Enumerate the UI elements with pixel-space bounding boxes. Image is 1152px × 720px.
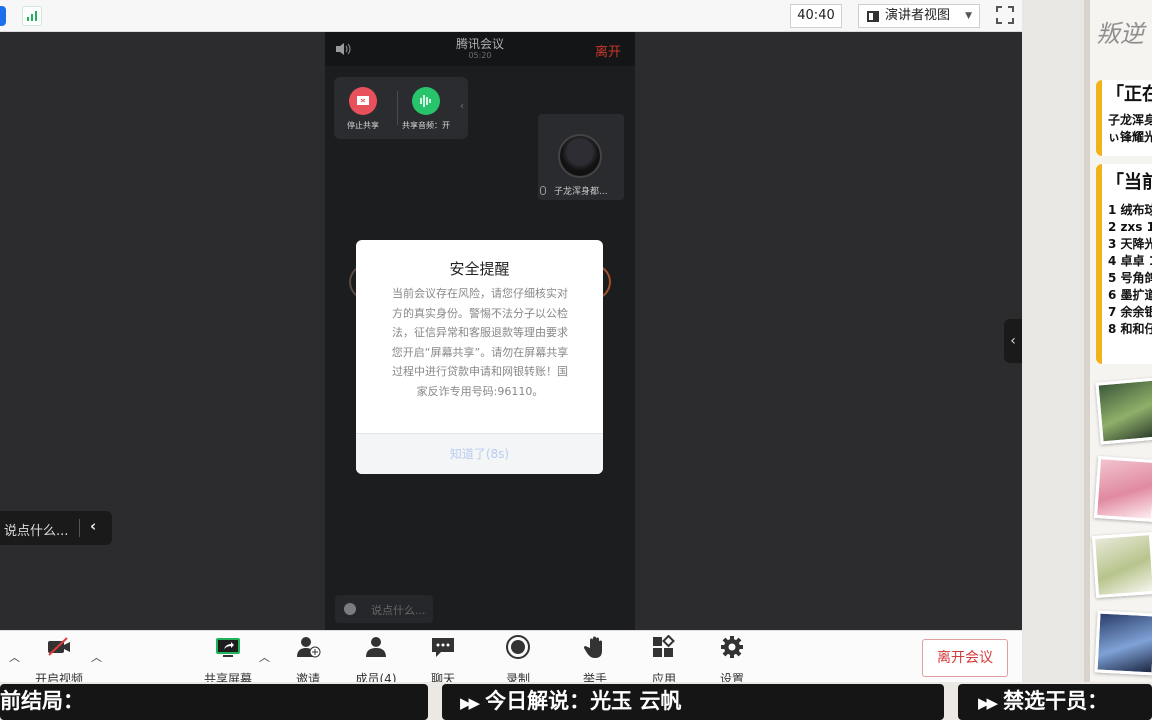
gear-icon — [721, 636, 743, 658]
raise-hand-button[interactable]: 举手 — [565, 635, 625, 687]
ranking-item: 2 zxs 18 — [1108, 220, 1152, 234]
participant-name-text: 子龙浑身都... — [554, 187, 608, 197]
meeting-timer: 40:40 — [790, 4, 842, 28]
dialog-body: 当前会议存在风险，请您仔细核实对方的真实身份。警惕不法分子以公检法，征信异常和客… — [391, 287, 569, 398]
ticker-segment: ▶▶ 禁选干员： — [958, 684, 1152, 720]
ticker-value: 光玉 云帆 — [590, 689, 682, 713]
share-screen-icon — [216, 638, 240, 657]
audio-wave-icon — [412, 87, 440, 115]
operator-portrait — [1093, 455, 1152, 523]
view-mode-label: 演讲者视图 — [885, 8, 951, 23]
share-audio-button[interactable]: 共享音频：开 — [396, 87, 456, 131]
operator-portrait — [1094, 610, 1152, 676]
record-button[interactable]: 录制 — [488, 635, 548, 687]
chevron-up-icon[interactable]: ︿ — [9, 649, 20, 665]
ranking-item: 3 天降光 — [1108, 237, 1152, 251]
card-line: 子龙浑身 — [1108, 113, 1152, 127]
ranking-item: 7 余余银 — [1108, 305, 1152, 319]
dialog-footer: 知道了(8s) — [356, 433, 603, 474]
chat-input-bar[interactable]: 说点什么... ‹ — [0, 511, 112, 545]
phone-chat-input[interactable]: 说点什么... — [335, 595, 433, 623]
screen: 40:40 演讲者视图 ▼ 腾讯会议 05:20 离开 停止共享 共享音频：开 … — [0, 0, 1152, 720]
layout-icon — [867, 11, 879, 22]
phone-leave-button[interactable]: 离开 — [595, 41, 621, 60]
apps-button[interactable]: 应用 — [634, 634, 694, 687]
phone-meeting-title: 腾讯会议 — [455, 37, 504, 51]
leave-meeting-button[interactable]: 离开会议 — [922, 639, 1008, 677]
phone-header: 腾讯会议 05:20 离开 — [325, 32, 635, 66]
ticker-segment: ▶▶ 今日解说：光玉 云帆 — [442, 684, 944, 720]
view-mode-button[interactable]: 演讲者视图 ▼ — [858, 4, 980, 28]
card-title: 「正在 — [1106, 84, 1152, 105]
security-reminder-dialog: 安全提醒 当前会议存在风险，请您仔细核实对方的真实身份。警惕不法分子以公检法，征… — [356, 240, 603, 474]
ranking-item: 1 绒布球 — [1108, 203, 1152, 217]
mic-icon — [540, 186, 546, 195]
operator-portrait — [1091, 531, 1152, 599]
participant-name: 子龙浑身都... — [540, 184, 608, 197]
stream-ticker: 前结局： ▶▶ 今日解说：光玉 云帆 ▶▶ 禁选干员： — [0, 682, 1152, 720]
ticker-text: 前结局： — [0, 689, 84, 713]
ranking-item: 6 墨扩道 — [1108, 288, 1152, 302]
stop-share-label: 停止共享 — [347, 121, 379, 130]
chevron-up-icon[interactable]: ︿ — [91, 649, 102, 665]
chevron-left-icon[interactable]: ‹ — [90, 517, 96, 535]
chevron-down-icon: ▼ — [965, 11, 972, 21]
share-control-panel: 停止共享 共享音频：开 ‹ — [334, 77, 468, 139]
chat-placeholder: 说点什么... — [4, 524, 69, 539]
fullscreen-icon[interactable] — [996, 6, 1014, 24]
card-line: ぃ锋耀光 — [1108, 130, 1152, 144]
stop-share-icon — [349, 87, 377, 115]
network-signal-icon[interactable] — [22, 6, 42, 26]
ticker-label: 今日解说： — [485, 689, 591, 713]
acknowledge-button[interactable]: 知道了(8s) — [356, 445, 603, 462]
start-video-button[interactable]: 开启视频 — [29, 635, 89, 687]
meeting-toolbar: ︿ 开启视频 ︿ 共享屏幕 ︿ 邀请 成员(4) 聊天 录制 举手 应用 设置 … — [0, 630, 1022, 686]
participant-tile[interactable]: 子龙浑身都... — [538, 114, 624, 200]
members-icon — [366, 637, 386, 657]
emoji-icon[interactable] — [344, 603, 356, 615]
phone-meeting-time: 05:20 — [468, 51, 492, 60]
meeting-info-icon[interactable] — [0, 6, 6, 26]
video-off-icon — [48, 637, 70, 656]
ranking-item: 8 和和仔 — [1108, 322, 1152, 336]
ticker-segment: 前结局： — [0, 684, 428, 720]
ranking-item: 5 号角鸽 — [1108, 271, 1152, 285]
stream-overlay-panel: 叛逆 「正在 子龙浑身 ぃ锋耀光 「当前 1 绒布球 2 zxs 18 3 天降… — [1022, 0, 1152, 720]
share-audio-label: 共享音频：开 — [402, 121, 450, 130]
invite-button[interactable]: 邀请 — [278, 635, 338, 687]
avatar — [558, 134, 602, 178]
chevron-up-icon[interactable]: ︿ — [259, 649, 270, 665]
stream-logo: 叛逆 — [1096, 20, 1144, 48]
play-arrows-icon: ▶▶ — [978, 694, 998, 712]
share-screen-button[interactable]: 共享屏幕 — [198, 635, 258, 687]
add-user-icon — [297, 637, 321, 658]
ranking-item: 4 卓卓 1 — [1108, 254, 1152, 268]
phone-chat-placeholder: 说点什么... — [371, 604, 426, 617]
settings-button[interactable]: 设置 — [702, 635, 762, 687]
dialog-title: 安全提醒 — [449, 260, 510, 278]
top-bar: 40:40 演讲者视图 ▼ — [0, 0, 1022, 32]
side-panel-toggle-icon[interactable]: ‹ — [1004, 319, 1022, 363]
members-button[interactable]: 成员(4) — [346, 635, 406, 687]
card-title: 「当前 — [1106, 172, 1152, 193]
now-playing-card: 「正在 子龙浑身 ぃ锋耀光 — [1096, 80, 1152, 156]
chat-button[interactable]: 聊天 — [413, 635, 473, 687]
stop-share-button[interactable]: 停止共享 — [338, 87, 388, 131]
apps-icon — [653, 634, 675, 657]
collapse-chevron-icon[interactable]: ‹ — [460, 101, 464, 112]
chat-icon — [432, 638, 454, 657]
play-arrows-icon: ▶▶ — [460, 694, 480, 712]
hand-icon — [583, 636, 602, 658]
ranking-card: 「当前 1 绒布球 2 zxs 18 3 天降光 4 卓卓 1 5 号角鸽 6 … — [1096, 164, 1152, 364]
ticker-text: 禁选干员： — [1003, 689, 1109, 713]
record-icon — [506, 635, 530, 659]
operator-portrait — [1095, 377, 1152, 445]
divider — [79, 519, 80, 537]
